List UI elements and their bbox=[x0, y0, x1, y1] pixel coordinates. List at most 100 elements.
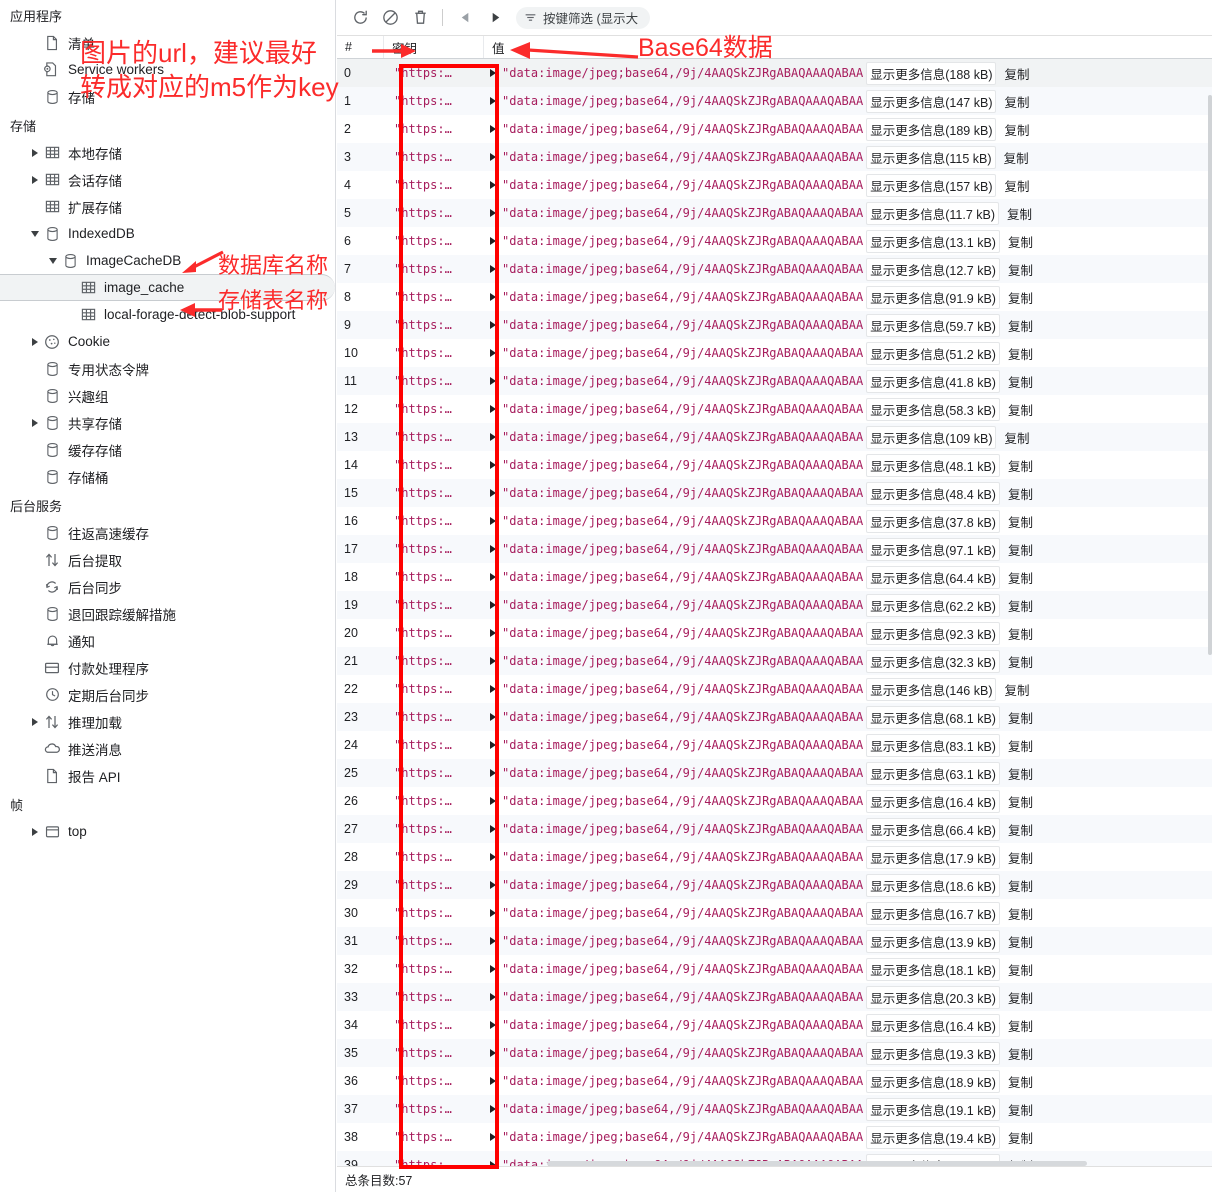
table-row[interactable]: 36 "https:… "data:image/jpeg;base64,/9j/4A… bbox=[337, 1067, 1212, 1095]
table-row[interactable]: 35 "https:… "data:image/jpeg;base64,/9j/4A… bbox=[337, 1039, 1212, 1067]
table-row[interactable]: 19 "https:… "data:image/jpeg;base64,/9j/4A… bbox=[337, 591, 1212, 619]
cell-key[interactable]: "https:… bbox=[384, 66, 484, 80]
cell-key[interactable]: "https:… bbox=[384, 514, 484, 528]
table-row[interactable]: 24 "https:… "data:image/jpeg;base64,/9j/4A… bbox=[337, 731, 1212, 759]
copy-button[interactable]: 复制 bbox=[1008, 568, 1033, 587]
expand-triangle-icon[interactable] bbox=[490, 265, 496, 273]
show-more-button[interactable]: 显示更多信息(13.1 kB) bbox=[866, 229, 1000, 253]
sidebar-item-本地存储[interactable]: 本地存储 bbox=[0, 139, 335, 166]
show-more-button[interactable]: 显示更多信息(189 kB) bbox=[866, 117, 997, 141]
copy-button[interactable]: 复制 bbox=[1008, 596, 1033, 615]
sidebar-item-扩展存储[interactable]: 扩展存储 bbox=[0, 193, 335, 220]
expand-triangle-icon[interactable] bbox=[490, 1021, 496, 1029]
sidebar-item-存储[interactable]: 存储 bbox=[0, 83, 335, 110]
column-header-value[interactable]: 值 bbox=[484, 36, 1212, 58]
expand-triangle-icon[interactable] bbox=[490, 405, 496, 413]
expand-triangle-icon[interactable] bbox=[490, 97, 496, 105]
sidebar-item-cookie[interactable]: Cookie bbox=[0, 328, 335, 355]
cell-key[interactable]: "https:… bbox=[384, 962, 484, 976]
cell-key[interactable]: "https:… bbox=[384, 94, 484, 108]
show-more-button[interactable]: 显示更多信息(20.3 kB) bbox=[866, 985, 1000, 1009]
sidebar-item-存储桶[interactable]: 存储桶 bbox=[0, 463, 335, 490]
copy-button[interactable]: 复制 bbox=[1004, 64, 1029, 83]
show-more-button[interactable]: 显示更多信息(115 kB) bbox=[866, 145, 996, 169]
sidebar-item-image_cache[interactable]: image_cache bbox=[0, 274, 335, 301]
grid-rows-container[interactable]: 0 "https:… "data:image/jpeg;base64,/9j/4AA… bbox=[337, 59, 1212, 1166]
sidebar-item-local-forage-detect-blob-support[interactable]: local-forage-detect-blob-support bbox=[0, 301, 335, 328]
table-row[interactable]: 20 "https:… "data:image/jpeg;base64,/9j/4A… bbox=[337, 619, 1212, 647]
cell-key[interactable]: "https:… bbox=[384, 654, 484, 668]
copy-button[interactable]: 复制 bbox=[1008, 624, 1033, 643]
expand-triangle-icon[interactable] bbox=[490, 153, 496, 161]
table-row[interactable]: 27 "https:… "data:image/jpeg;base64,/9j/4A… bbox=[337, 815, 1212, 843]
cell-key[interactable]: "https:… bbox=[384, 206, 484, 220]
copy-button[interactable]: 复制 bbox=[1008, 1016, 1033, 1035]
cell-key[interactable]: "https:… bbox=[384, 794, 484, 808]
show-more-button[interactable]: 显示更多信息(32.3 kB) bbox=[866, 649, 1000, 673]
show-more-button[interactable]: 显示更多信息(41.8 kB) bbox=[866, 369, 1000, 393]
show-more-button[interactable]: 显示更多信息(147 kB) bbox=[866, 89, 997, 113]
copy-button[interactable]: 复制 bbox=[1008, 400, 1033, 419]
copy-button[interactable]: 复制 bbox=[1007, 204, 1032, 223]
show-more-button[interactable]: 显示更多信息(11.7 kB) bbox=[866, 201, 1000, 225]
copy-button[interactable]: 复制 bbox=[1008, 1044, 1033, 1063]
show-more-button[interactable]: 显示更多信息(51.2 kB) bbox=[866, 341, 1000, 365]
cell-key[interactable]: "https:… bbox=[384, 150, 484, 164]
cell-key[interactable]: "https:… bbox=[384, 178, 484, 192]
copy-button[interactable]: 复制 bbox=[1008, 988, 1033, 1007]
copy-button[interactable]: 复制 bbox=[1008, 708, 1033, 727]
show-more-button[interactable]: 显示更多信息(59.7 kB) bbox=[866, 313, 1000, 337]
chevron-right-icon[interactable] bbox=[28, 337, 42, 346]
chevron-right-icon[interactable] bbox=[28, 175, 42, 184]
copy-button[interactable]: 复制 bbox=[1004, 148, 1029, 167]
cell-key[interactable]: "https:… bbox=[384, 346, 484, 360]
cell-key[interactable]: "https:… bbox=[384, 374, 484, 388]
cell-key[interactable]: "https:… bbox=[384, 262, 484, 276]
copy-button[interactable]: 复制 bbox=[1008, 512, 1033, 531]
table-row[interactable]: 3 "https:… "data:image/jpeg;base64,/9j/4AA… bbox=[337, 143, 1212, 171]
cell-key[interactable]: "https:… bbox=[384, 234, 484, 248]
show-more-button[interactable]: 显示更多信息(48.4 kB) bbox=[866, 481, 1000, 505]
cell-key[interactable]: "https:… bbox=[384, 738, 484, 752]
show-more-button[interactable]: 显示更多信息(19.4 kB) bbox=[866, 1125, 1000, 1149]
chevron-right-icon[interactable] bbox=[28, 148, 42, 157]
table-row[interactable]: 38 "https:… "data:image/jpeg;base64,/9j/4A… bbox=[337, 1123, 1212, 1151]
table-row[interactable]: 15 "https:… "data:image/jpeg;base64,/9j/4A… bbox=[337, 479, 1212, 507]
show-more-button[interactable]: 显示更多信息(16.4 kB) bbox=[866, 1013, 1000, 1037]
cell-key[interactable]: "https:… bbox=[384, 710, 484, 724]
expand-triangle-icon[interactable] bbox=[490, 937, 496, 945]
table-row[interactable]: 12 "https:… "data:image/jpeg;base64,/9j/4A… bbox=[337, 395, 1212, 423]
table-row[interactable]: 4 "https:… "data:image/jpeg;base64,/9j/4AA… bbox=[337, 171, 1212, 199]
chevron-right-icon[interactable] bbox=[28, 418, 42, 427]
copy-button[interactable]: 复制 bbox=[1004, 680, 1029, 699]
cell-key[interactable]: "https:… bbox=[384, 486, 484, 500]
expand-triangle-icon[interactable] bbox=[490, 993, 496, 1001]
table-row[interactable]: 11 "https:… "data:image/jpeg;base64,/9j/4A… bbox=[337, 367, 1212, 395]
cell-key[interactable]: "https:… bbox=[384, 1074, 484, 1088]
show-more-button[interactable]: 显示更多信息(18.1 kB) bbox=[866, 957, 1000, 981]
cell-key[interactable]: "https:… bbox=[384, 542, 484, 556]
cell-key[interactable]: "https:… bbox=[384, 1018, 484, 1032]
show-more-button[interactable]: 显示更多信息(62.2 kB) bbox=[866, 593, 1000, 617]
table-row[interactable]: 25 "https:… "data:image/jpeg;base64,/9j/4A… bbox=[337, 759, 1212, 787]
expand-triangle-icon[interactable] bbox=[490, 461, 496, 469]
cell-key[interactable]: "https:… bbox=[384, 570, 484, 584]
expand-triangle-icon[interactable] bbox=[490, 377, 496, 385]
sidebar-item-付款处理程序[interactable]: 付款处理程序 bbox=[0, 654, 335, 681]
table-row[interactable]: 21 "https:… "data:image/jpeg;base64,/9j/4A… bbox=[337, 647, 1212, 675]
table-row[interactable]: 10 "https:… "data:image/jpeg;base64,/9j/4A… bbox=[337, 339, 1212, 367]
next-page-icon[interactable] bbox=[480, 4, 510, 32]
sidebar-item-后台同步[interactable]: 后台同步 bbox=[0, 573, 335, 600]
expand-triangle-icon[interactable] bbox=[490, 349, 496, 357]
show-more-button[interactable]: 显示更多信息(12.7 kB) bbox=[866, 257, 1000, 281]
table-row[interactable]: 30 "https:… "data:image/jpeg;base64,/9j/4A… bbox=[337, 899, 1212, 927]
table-row[interactable]: 18 "https:… "data:image/jpeg;base64,/9j/4A… bbox=[337, 563, 1212, 591]
chevron-right-icon[interactable] bbox=[28, 717, 42, 726]
copy-button[interactable]: 复制 bbox=[1008, 1072, 1033, 1091]
sidebar-item-indexeddb[interactable]: IndexedDB bbox=[0, 220, 335, 247]
table-row[interactable]: 8 "https:… "data:image/jpeg;base64,/9j/4AA… bbox=[337, 283, 1212, 311]
copy-button[interactable]: 复制 bbox=[1008, 932, 1033, 951]
table-row[interactable]: 1 "https:… "data:image/jpeg;base64,/9j/4AA… bbox=[337, 87, 1212, 115]
show-more-button[interactable]: 显示更多信息(48.1 kB) bbox=[866, 453, 1000, 477]
table-row[interactable]: 6 "https:… "data:image/jpeg;base64,/9j/4AA… bbox=[337, 227, 1212, 255]
